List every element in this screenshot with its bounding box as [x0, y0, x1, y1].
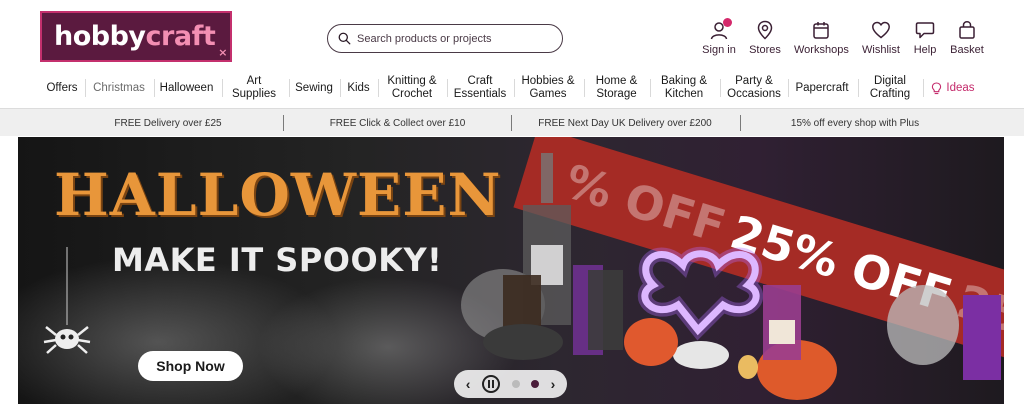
nav-divider [378, 79, 379, 97]
stores-link[interactable]: Stores [747, 20, 783, 60]
logo-text-part1: hobby [54, 21, 146, 52]
promo-divider [511, 115, 512, 131]
carousel-prev-button[interactable]: ‹ [466, 376, 471, 392]
logo-text-part2: craft [145, 21, 216, 52]
logo-cross-mark: × [218, 46, 227, 59]
category-nav: Offers Christmas Halloween Art Supplies … [0, 70, 1024, 106]
sign-in-link[interactable]: Sign in [700, 18, 738, 60]
nav-sewing[interactable]: Sewing [293, 70, 335, 106]
user-icon [709, 18, 732, 40]
promo-divider [283, 115, 284, 131]
promo-next-day[interactable]: FREE Next Day UK Delivery over £200 [530, 109, 720, 137]
shop-now-button[interactable]: Shop Now [138, 351, 243, 381]
notification-dot [723, 18, 732, 27]
wishlist-link[interactable]: Wishlist [861, 20, 901, 60]
workshops-link[interactable]: Workshops [794, 20, 849, 60]
hobbycraft-logo[interactable]: hobby craft × [40, 11, 232, 62]
help-link[interactable]: Help [911, 20, 939, 60]
nav-offers[interactable]: Offers [42, 70, 82, 106]
nav-papercraft[interactable]: Papercraft [792, 70, 852, 106]
nav-baking-kitchen[interactable]: Baking & Kitchen [654, 70, 714, 106]
nav-divider [720, 79, 721, 97]
nav-divider [584, 79, 585, 97]
promo-divider [740, 115, 741, 131]
wishlist-label: Wishlist [862, 44, 900, 56]
nav-halloween[interactable]: Halloween [158, 70, 215, 106]
promo-plus-discount[interactable]: 15% off every shop with Plus [760, 109, 950, 137]
nav-ideas[interactable]: Ideas [928, 70, 978, 106]
hero-subtitle: MAKE IT SPOOKY! [112, 241, 443, 279]
nav-ideas-label: Ideas [946, 81, 975, 94]
nav-digital-crafting[interactable]: Digital Crafting [862, 70, 918, 106]
search-input[interactable] [357, 32, 547, 45]
halloween-props-illustration [461, 153, 1001, 400]
nav-hobbies-games[interactable]: Hobbies & Games [518, 70, 578, 106]
promo-click-collect[interactable]: FREE Click & Collect over £10 [310, 109, 485, 137]
search-bar[interactable] [327, 24, 563, 53]
speech-bubble-icon [915, 20, 935, 40]
map-pin-icon [755, 20, 775, 40]
calendar-icon [811, 20, 831, 40]
nav-party-occasions[interactable]: Party & Occasions [724, 70, 784, 106]
nav-divider [154, 79, 155, 97]
basket-label: Basket [950, 44, 984, 56]
promo-bar: FREE Delivery over £25 FREE Click & Coll… [0, 108, 1024, 136]
carousel-dot-2-active[interactable] [531, 380, 540, 388]
nav-divider [85, 79, 86, 97]
heart-icon [871, 20, 891, 40]
nav-knitting-crochet[interactable]: Knitting & Crochet [382, 70, 442, 106]
spider-illustration [43, 247, 91, 354]
basket-icon [957, 20, 977, 40]
promo-free-delivery[interactable]: FREE Delivery over £25 [78, 109, 258, 137]
basket-link[interactable]: Basket [950, 20, 984, 60]
sign-in-label: Sign in [702, 44, 736, 56]
carousel-next-button[interactable]: › [551, 376, 556, 392]
nav-art-supplies[interactable]: Art Supplies [226, 70, 282, 106]
carousel-dot-1[interactable] [511, 380, 520, 388]
nav-kids[interactable]: Kids [344, 70, 373, 106]
nav-christmas[interactable]: Christmas [90, 70, 148, 106]
nav-divider [788, 79, 789, 97]
nav-divider [447, 79, 448, 97]
nav-divider [923, 79, 924, 97]
nav-home-storage[interactable]: Home & Storage [588, 70, 645, 106]
lightbulb-icon [932, 81, 942, 94]
nav-divider [222, 79, 223, 97]
search-icon [338, 32, 351, 45]
nav-divider [340, 79, 341, 97]
site-header: hobbycraft × Sign in Stores Workshops Wi… [0, 0, 1024, 66]
carousel-pause-button[interactable] [481, 375, 500, 393]
carousel-controls: ‹ › [454, 370, 567, 398]
hero-banner[interactable]: % OFF 25% OFF 25 HALLOWEEN MAKE IT SPOOK… [18, 137, 1004, 404]
nav-divider [858, 79, 859, 97]
workshops-label: Workshops [794, 44, 849, 56]
stores-label: Stores [749, 44, 781, 56]
nav-craft-essentials[interactable]: Craft Essentials [451, 70, 509, 106]
nav-divider [650, 79, 651, 97]
help-label: Help [913, 44, 937, 56]
nav-divider [514, 79, 515, 97]
nav-divider [289, 79, 290, 97]
pause-icon [487, 380, 494, 388]
